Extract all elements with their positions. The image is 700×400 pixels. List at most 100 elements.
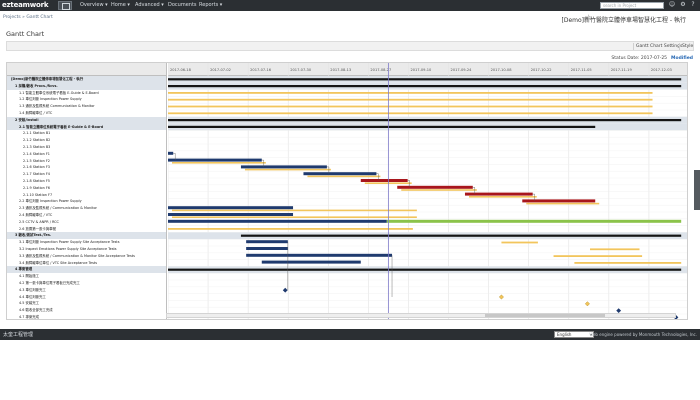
summary-bar (168, 78, 682, 81)
plan-bar (574, 262, 682, 264)
plan-bar (168, 92, 653, 94)
late-bar (522, 199, 596, 203)
task-row[interactable]: 2.1.9 Station F6 (7, 185, 166, 192)
task-row[interactable]: 2.1.5 Station F2 (7, 158, 166, 165)
task-row[interactable]: 2.2 車位判斷 Inspection Power Supply (7, 198, 166, 205)
actual-bar (168, 151, 174, 155)
task-row[interactable]: 2.5 CCTV & ANPR / RCC (7, 219, 166, 226)
summary-bar (168, 125, 596, 128)
baseline-bar (526, 202, 600, 205)
side-panel-toggle[interactable] (694, 170, 700, 210)
task-row[interactable]: 4.7 專案完成 (7, 314, 166, 319)
task-row[interactable]: 3 驗收/測試Test./Tes. (7, 232, 166, 240)
task-row[interactable]: 2.3 通訊及監視系統 / Communication & Monitor (7, 205, 166, 212)
task-row[interactable]: 1.1 智能立體車位系統電子看板 E-Guide & E-Board (7, 90, 166, 97)
nav-documents[interactable]: Documents (168, 2, 197, 10)
baseline-bar (172, 216, 417, 218)
summary-bar (240, 234, 682, 237)
task-row[interactable]: 1.2 車位判斷 Inspection Power Supply (7, 96, 166, 103)
actual-bar (240, 165, 327, 169)
baseline-bar (401, 189, 477, 191)
plan-bar (168, 228, 413, 230)
task-row[interactable]: 2.1.6 Station F3 (7, 164, 166, 171)
briefcase-icon[interactable] (58, 1, 72, 10)
task-row[interactable]: 2.1.1 Station B1 (7, 130, 166, 137)
search-input[interactable]: search in Project (600, 2, 664, 9)
actual-bar (168, 219, 387, 223)
timeline: 2017-06-18 2017-07-02 2017-07-16 2017-07-30… (168, 63, 687, 319)
actual-bar (246, 247, 288, 250)
task-list: [Demo]新竹醫院立體停車場智慧化工程 - 執行 1 採購/驗收 Procs./… (7, 63, 167, 319)
actual-bar (168, 213, 294, 216)
gantt-settings-button[interactable]: Gantt Chart Settings (633, 43, 684, 50)
task-row[interactable]: 3.1 車位判斷 Inspection Power Supply Site Ac… (7, 239, 166, 246)
task-row[interactable]: 4.5 安裝完工 (7, 300, 166, 307)
status-date: Status Date: 2017-07-25 (611, 56, 668, 61)
task-row[interactable]: 4 專案管理 (7, 266, 166, 274)
task-row[interactable]: 1 採購/驗收 Procs./Rcvs. (7, 82, 166, 90)
top-navigation-bar: ezteamwork Overview ▾ Home ▾ Advanced ▾ … (0, 0, 700, 11)
project-title: [Demo]新竹醫院立體停車場智慧化工程 - 執行 (561, 17, 687, 24)
task-row[interactable]: [Demo]新竹醫院立體停車場智慧化工程 - 執行 (7, 76, 166, 83)
actual-bar (246, 240, 288, 244)
gear-icon[interactable]: ⚙ (679, 1, 687, 9)
task-row[interactable]: 2.6 放置第一張卡與車號 (7, 226, 166, 233)
task-row[interactable]: 2.1.10 Station F7 (7, 192, 166, 199)
task-row[interactable]: 2.1.2 Station B2 (7, 137, 166, 144)
actual-bar (168, 206, 294, 210)
late-bar (464, 192, 533, 196)
plan-bar (501, 241, 538, 244)
task-row[interactable]: 2.1.4 Station F1 (7, 151, 166, 158)
nav-overview[interactable]: Overview ▾ (80, 2, 108, 10)
nav-reports[interactable]: Reports ▾ (199, 2, 222, 10)
task-list-header (7, 63, 166, 76)
task-row[interactable]: 2.1.8 Station F5 (7, 178, 166, 185)
actual-bar (168, 158, 262, 162)
style-button[interactable]: Style (679, 43, 695, 50)
plan-bar (590, 248, 640, 251)
gantt-toolbar: Gantt Chart Settings Style (6, 41, 694, 51)
task-row[interactable]: 2.4 無障礙車位 / VTC (7, 212, 166, 219)
horizontal-scrollbar[interactable] (166, 313, 676, 318)
user-icon[interactable]: ☺ (668, 1, 676, 9)
breadcrumb[interactable]: Projects » Gantt Chart (3, 15, 53, 20)
plan-bar (168, 105, 653, 108)
task-row[interactable]: 1.3 通訊及監視系統 Communication & Monitor (7, 103, 166, 110)
footer: 太奎工程管理 English Web engine powered by Mon… (0, 329, 700, 340)
task-row[interactable]: 2.1 智能立體車位系統電子看板 E-Guide & E-Board (7, 123, 166, 131)
nav-home[interactable]: Home ▾ (111, 2, 130, 10)
status-info: Status Date: 2017-07-25 Modified (611, 56, 693, 61)
summary-bar (168, 268, 682, 271)
task-row[interactable]: 1.4 無障礙車位 / VTC (7, 110, 166, 117)
plan-bar (168, 98, 653, 101)
milestone-marker (282, 287, 288, 293)
modified-link[interactable]: Modified (671, 56, 693, 61)
milestone-plan-marker (584, 301, 590, 307)
task-row[interactable]: 3.4 無障礙車位車位 / VTC Site Acceptance Tests (7, 260, 166, 267)
summary-bar (168, 85, 682, 88)
task-row[interactable]: 3.3 通訊及監視系統 / Communication & Monitor Si… (7, 253, 166, 260)
baseline-bar (307, 175, 381, 178)
milestone-plan-marker (498, 294, 504, 300)
gantt-bars (168, 63, 687, 319)
task-row[interactable]: 2.1.3 Station B3 (7, 144, 166, 151)
gantt-chart: [Demo]新竹醫院立體停車場智慧化工程 - 執行 1 採購/驗收 Procs./… (6, 62, 688, 320)
ezteamwork-logo[interactable]: ezteamwork (2, 1, 49, 9)
scrollbar-thumb[interactable] (485, 314, 605, 317)
late-bar (360, 179, 408, 182)
footer-company: 太奎工程管理 (3, 332, 34, 338)
help-icon[interactable]: ? (689, 1, 697, 9)
footer-powered-by: Web engine powered by Monmouth Technolog… (589, 332, 697, 337)
task-row[interactable]: 3.2 Inspect Emotions Power Supply Site A… (7, 246, 166, 253)
task-row[interactable]: 4.2 第一張卡與車位電子看板已完成完工 (7, 280, 166, 287)
task-row[interactable]: 4.4 車位判斷完工 (7, 294, 166, 301)
nav-advanced[interactable]: Advanced ▾ (135, 2, 164, 10)
app-window: ezteamwork Overview ▾ Home ▾ Advanced ▾ … (0, 0, 700, 400)
task-row[interactable]: 4.1 開始施工 (7, 273, 166, 280)
task-row[interactable]: 4.6 驗收全部完工完成 (7, 307, 166, 314)
task-row[interactable]: 4.3 車位判斷完工 (7, 287, 166, 294)
language-select[interactable]: English (554, 331, 594, 338)
task-row[interactable]: 2.1.7 Station F4 (7, 171, 166, 178)
plan-bar (553, 255, 643, 257)
task-row[interactable]: 2 安裝/Install (7, 116, 166, 124)
